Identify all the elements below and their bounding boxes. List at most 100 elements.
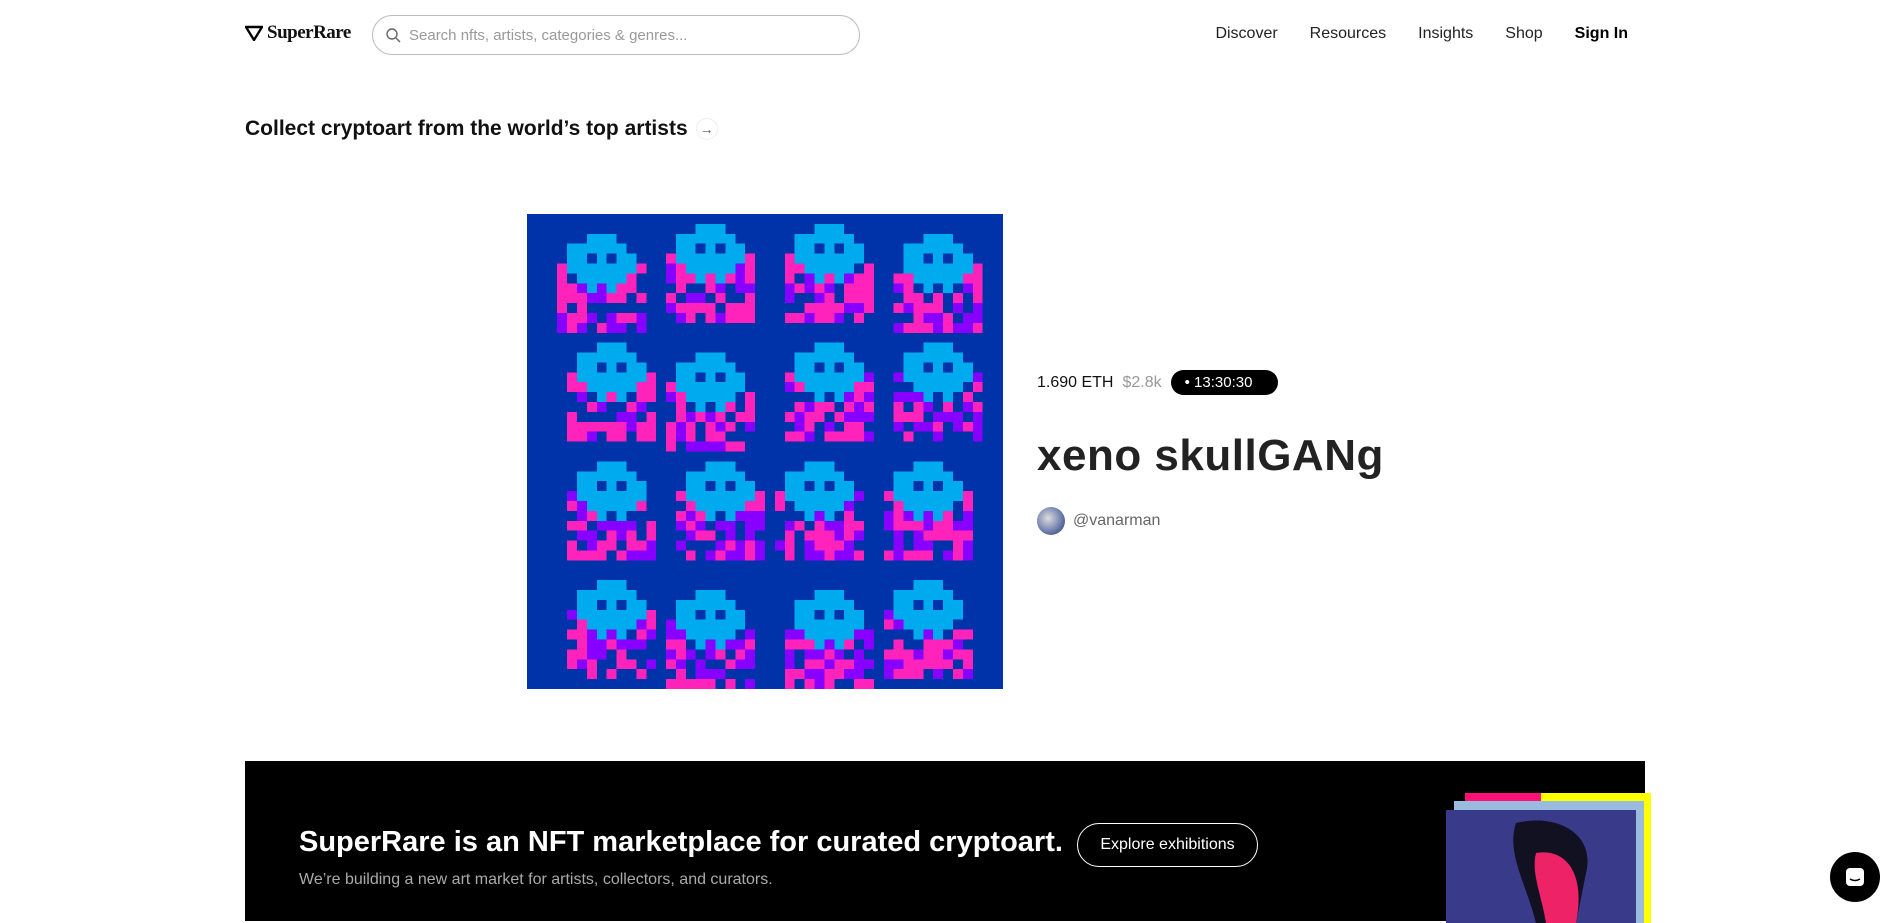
art-pixel	[735, 411, 746, 422]
art-pixel	[933, 471, 944, 482]
art-pixel	[784, 629, 795, 640]
art-pixel	[923, 491, 934, 501]
art-pixel	[695, 441, 706, 452]
art-pixel	[715, 500, 726, 511]
art-pixel	[814, 510, 825, 521]
nav-resources[interactable]: Resources	[1310, 25, 1386, 43]
art-pixel	[596, 283, 607, 294]
sign-in-link[interactable]: Sign In	[1575, 25, 1628, 43]
art-pixel	[903, 481, 914, 492]
art-pixel	[962, 402, 973, 412]
art-pixel	[824, 253, 835, 264]
art-pixel	[586, 233, 597, 244]
art-pixel	[844, 352, 855, 363]
art-pixel	[695, 679, 706, 689]
arrow-right-icon[interactable]: →	[695, 118, 718, 140]
art-pixel	[943, 500, 954, 511]
art-pixel	[675, 510, 686, 521]
art-pixel	[903, 619, 914, 630]
art-pixel	[893, 590, 904, 600]
art-pixel	[933, 491, 944, 501]
art-pixel	[834, 312, 845, 323]
art-pixel	[616, 273, 627, 284]
art-pixel	[675, 649, 686, 660]
art-pixel	[794, 263, 805, 274]
art-pixel	[923, 233, 934, 244]
artwork-title[interactable]: xeno skullGANg	[1037, 431, 1384, 481]
chat-button[interactable]	[1830, 852, 1880, 902]
art-pixel	[784, 411, 795, 422]
art-pixel	[923, 659, 934, 670]
nav-discover[interactable]: Discover	[1215, 25, 1277, 43]
art-pixel	[596, 510, 607, 521]
art-pixel	[606, 263, 617, 274]
art-pixel	[586, 293, 597, 304]
art-pixel	[586, 431, 597, 442]
art-pixel	[626, 362, 637, 373]
search-input[interactable]	[409, 26, 829, 44]
art-pixel	[814, 530, 825, 541]
art-pixel	[735, 639, 746, 650]
nav-shop[interactable]: Shop	[1505, 25, 1542, 43]
art-pixel	[626, 619, 637, 630]
art-pixel	[814, 312, 825, 323]
art-pixel	[933, 312, 944, 323]
art-pixel	[606, 312, 617, 323]
art-pixel	[794, 491, 805, 501]
art-pixel	[715, 253, 726, 264]
art-pixel	[794, 481, 805, 492]
art-pixel	[606, 629, 617, 640]
art-pixel	[735, 550, 746, 561]
art-pixel	[883, 649, 894, 660]
art-pixel	[616, 352, 627, 363]
art-pixel	[824, 550, 835, 561]
art-pixel	[943, 619, 954, 630]
art-pixel	[814, 253, 825, 264]
art-pixel	[705, 223, 716, 234]
art-pixel	[666, 639, 676, 650]
search-bar[interactable]	[372, 15, 860, 55]
nav-insights[interactable]: Insights	[1418, 25, 1473, 43]
art-pixel	[705, 500, 716, 511]
art-pixel	[606, 540, 617, 551]
art-pixel	[705, 530, 716, 541]
featured-artwork[interactable]	[527, 214, 1003, 689]
art-pixel	[903, 322, 914, 333]
art-pixel	[824, 471, 835, 482]
art-pixel	[745, 402, 756, 412]
artist-link[interactable]: @vanarman	[1037, 507, 1384, 535]
art-pixel	[666, 659, 676, 670]
art-pixel	[557, 283, 568, 294]
art-pixel	[863, 392, 874, 403]
art-pixel	[725, 362, 736, 373]
art-pixel	[794, 629, 805, 640]
art-pixel	[834, 411, 845, 422]
art-pixel	[636, 382, 647, 393]
art-pixel	[646, 629, 657, 640]
art-pixel	[824, 243, 835, 254]
art-pixel	[576, 471, 587, 482]
art-pixel	[923, 580, 934, 591]
art-pixel	[844, 283, 855, 294]
art-pixel	[814, 669, 825, 680]
art-pixel	[923, 263, 934, 274]
art-pixel	[804, 619, 815, 630]
section-heading[interactable]: Collect cryptoart from the world’s top a…	[245, 117, 718, 141]
art-pixel	[705, 362, 716, 373]
art-pixel	[834, 431, 845, 442]
art-pixel	[962, 372, 973, 383]
art-pixel	[576, 639, 587, 650]
art-pixel	[893, 471, 904, 482]
art-pixel	[953, 411, 963, 422]
explore-exhibitions-button[interactable]: Explore exhibitions	[1077, 823, 1258, 867]
art-pixel	[675, 609, 686, 620]
art-pixel	[725, 253, 736, 264]
art-pixel	[844, 421, 855, 432]
art-pixel	[933, 372, 944, 383]
art-pixel	[943, 273, 954, 284]
art-pixel	[646, 382, 657, 393]
logo[interactable]: SuperRare	[245, 22, 351, 44]
art-pixel	[596, 263, 607, 274]
art-pixel	[903, 362, 914, 373]
art-pixel	[844, 253, 855, 264]
